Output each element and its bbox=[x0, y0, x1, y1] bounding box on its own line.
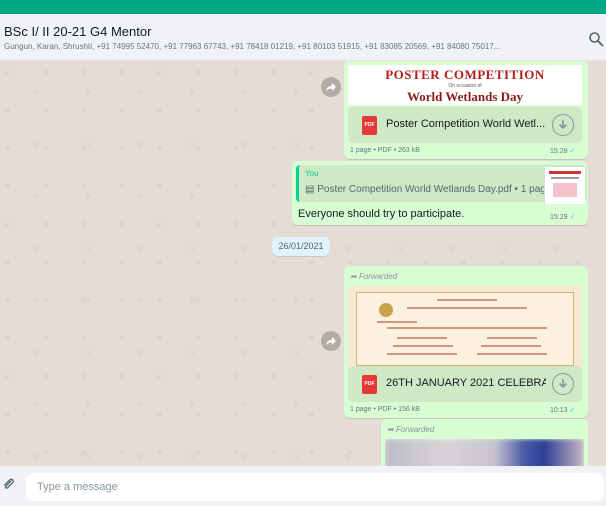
forwarded-text: Forwarded bbox=[358, 272, 398, 281]
message-bubble-poster[interactable]: POSTER COMPETITION On occasion of World … bbox=[344, 61, 588, 159]
date-text: 26/01/2021 bbox=[278, 241, 324, 251]
check-icon: ✓ bbox=[569, 214, 576, 221]
message-bubble-forwarded-image[interactable]: ➦ Forwarded bbox=[381, 419, 588, 466]
search-icon[interactable] bbox=[588, 31, 604, 47]
check-icon: ✓ bbox=[569, 148, 576, 155]
message-bubble-forwarded-pdf[interactable]: ➦ Forwarded PDF 26TH JANUARY 2021 CELEBR… bbox=[344, 266, 588, 418]
message-bubble-reply[interactable]: You ▤ Poster Competition World Wetlands … bbox=[292, 161, 588, 225]
quoted-thumbnail bbox=[544, 167, 585, 204]
forwarded-label: ➦ Forwarded bbox=[350, 272, 398, 281]
message-input[interactable] bbox=[26, 473, 604, 501]
message-text: Everyone should try to participate. bbox=[298, 208, 465, 220]
time-text: 15:29 bbox=[550, 214, 568, 221]
quoted-document-name: Poster Competition World Wetlands Day.pd… bbox=[317, 184, 552, 195]
image-preview[interactable] bbox=[385, 439, 584, 466]
date-separator: 26/01/2021 bbox=[272, 237, 330, 256]
invitation-card bbox=[356, 292, 574, 366]
message-input-box[interactable] bbox=[26, 473, 604, 501]
document-name: Poster Competition World Wetl... bbox=[386, 118, 546, 130]
forwarded-label: ➦ Forwarded bbox=[387, 425, 435, 434]
download-icon[interactable] bbox=[552, 114, 574, 136]
pdf-icon: PDF bbox=[362, 116, 377, 135]
chat-pane[interactable]: POSTER COMPETITION On occasion of World … bbox=[0, 61, 606, 466]
time-text: 10:13 bbox=[550, 407, 568, 414]
pdf-icon: PDF bbox=[362, 375, 377, 394]
forward-icon[interactable] bbox=[321, 331, 341, 351]
poster-event: World Wetlands Day bbox=[406, 89, 524, 104]
quoted-sender: You bbox=[305, 169, 319, 178]
message-time: 15:29 ✓ bbox=[550, 213, 575, 221]
document-row[interactable]: PDF Poster Competition World Wetl... bbox=[348, 107, 582, 143]
chat-members[interactable]: Gungun, Karan, Shrushti, +91 74995 52470… bbox=[4, 42, 580, 51]
attach-icon[interactable] bbox=[2, 477, 16, 498]
forwarded-text: Forwarded bbox=[395, 425, 435, 434]
document-row[interactable]: PDF 26TH JANUARY 2021 CELEBRATI... bbox=[348, 366, 582, 402]
poster-title: POSTER COMPETITION bbox=[385, 67, 545, 82]
check-icon: ✓ bbox=[569, 407, 576, 414]
document-meta: 1 page • PDF • 263 kB bbox=[350, 147, 420, 154]
invitation-preview[interactable] bbox=[348, 286, 582, 370]
quoted-message[interactable]: You ▤ Poster Competition World Wetlands … bbox=[296, 165, 587, 204]
chat-title[interactable]: BSc I/ II 20-21 G4 Mentor bbox=[4, 24, 151, 39]
forward-icon[interactable] bbox=[321, 77, 341, 97]
message-time: 10:13 ✓ bbox=[550, 406, 575, 414]
message-time: 15:28 ✓ bbox=[550, 147, 575, 155]
poster-preview[interactable]: POSTER COMPETITION On occasion of World … bbox=[348, 65, 582, 105]
chat-header[interactable]: BSc I/ II 20-21 G4 Mentor Gungun, Karan,… bbox=[0, 14, 606, 61]
composer-bar bbox=[0, 466, 606, 506]
time-text: 15:28 bbox=[550, 148, 568, 155]
quoted-document: ▤ Poster Competition World Wetlands Day.… bbox=[305, 184, 551, 195]
document-icon: ▤ bbox=[305, 184, 315, 195]
document-name: 26TH JANUARY 2021 CELEBRATI... bbox=[386, 377, 546, 389]
download-icon[interactable] bbox=[552, 373, 574, 395]
top-accent-bar bbox=[0, 0, 606, 14]
document-meta: 1 page • PDF • 156 kB bbox=[350, 406, 420, 413]
